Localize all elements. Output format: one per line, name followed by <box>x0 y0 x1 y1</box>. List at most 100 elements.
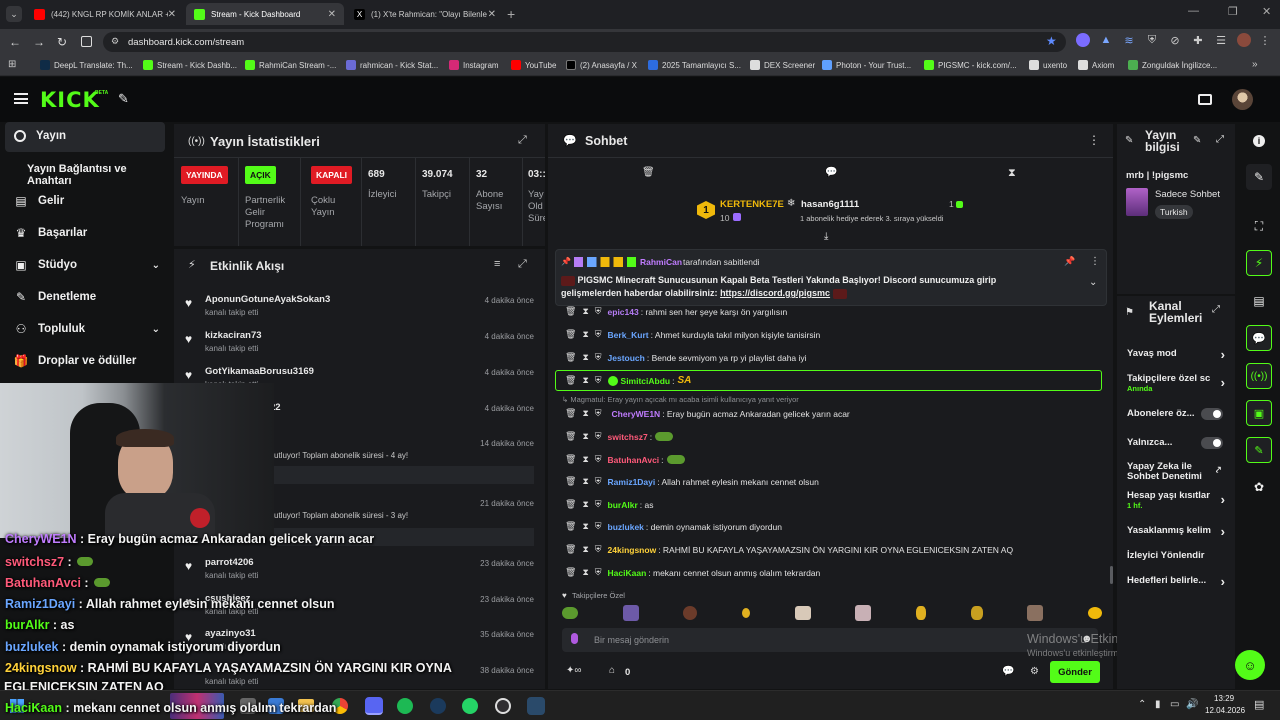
more-bookmarks-icon[interactable]: » <box>1252 59 1258 70</box>
apps-grid-icon[interactable]: ⊞ <box>8 59 16 70</box>
sidebar-item-denetleme[interactable]: ✎ Denetleme <box>14 290 96 304</box>
send-button[interactable]: Gönder <box>1050 661 1100 683</box>
trash-icon[interactable]: 🗑 <box>565 521 576 532</box>
hourglass-icon[interactable]: ⧗ <box>582 352 588 363</box>
emote-icon[interactable] <box>683 606 698 620</box>
tab-search-icon[interactable]: ⌄ <box>6 6 22 22</box>
chat-settings-bubble-icon[interactable]: 💬 <box>1002 666 1014 677</box>
chat-message[interactable]: 🗑 ⧗ ⛨ Berk_Kurt: Ahmet kurduyla takıl mily… <box>565 329 820 340</box>
hourglass-icon[interactable]: ⧗ <box>582 375 588 386</box>
whatsapp-icon[interactable] <box>462 698 478 714</box>
bookmark-item[interactable]: YouTube <box>511 60 556 70</box>
shield-icon[interactable]: ⛨ <box>595 454 602 465</box>
extension-icon[interactable]: ⊘ <box>1168 33 1182 47</box>
chevron-down-icon[interactable]: ⌄ <box>1089 277 1097 288</box>
puzzle-icon[interactable]: ✚ <box>1191 33 1205 47</box>
emote-icon[interactable] <box>970 606 983 620</box>
mod-view-icon[interactable] <box>1198 94 1212 105</box>
pinned-message[interactable]: 📌 RahmiCan tarafından sabitlendi 📌 ⋮ PIG… <box>555 249 1107 306</box>
trash-icon[interactable]: 🗑 <box>565 329 576 340</box>
chat-message[interactable]: 🗑 ⧗ ⛨ burAlkr: as <box>565 499 653 510</box>
channel-action-followers-only[interactable]: Takipçilere özel sc Anında › <box>1127 373 1225 393</box>
bookmark-item[interactable]: Axiom <box>1078 60 1114 70</box>
emote-icon[interactable] <box>915 606 926 620</box>
shield-icon[interactable]: ⛨ <box>595 352 602 363</box>
emote-icon[interactable] <box>1087 607 1102 619</box>
chat-message[interactable]: 🗑 ⧗ ⛨ switchsz7: <box>565 431 674 442</box>
bookmark-star-icon[interactable]: ★ <box>1046 34 1057 48</box>
category-name[interactable]: Sadece Sohbet <box>1155 189 1220 200</box>
kick-logo[interactable]: KICK <box>40 88 100 112</box>
mod-tools[interactable]: 🗑 ⧗ ⛨ <box>565 431 602 442</box>
shield-icon[interactable]: ⛨ <box>1145 33 1159 47</box>
mod-tools[interactable]: 🗑 ⧗ ⛨ <box>565 521 602 532</box>
sidebar-item-studyo[interactable]: ▣ Stüdyo ⌄ <box>14 258 160 272</box>
sidebar-item-droplar[interactable]: 🎁 Droplar ve ödüller <box>14 354 137 368</box>
hourglass-icon[interactable]: ⧗ <box>582 499 588 510</box>
chest-icon[interactable]: ⌂ <box>609 665 615 676</box>
shield-icon[interactable]: ⛨ <box>595 499 602 510</box>
address-bar[interactable]: ⚙ dashboard.kick.com/stream ★ <box>103 32 1066 52</box>
bookmark-item[interactable]: uxento <box>1029 60 1067 70</box>
edit-icon[interactable]: ✎ <box>1193 135 1201 146</box>
close-icon[interactable]: ✕ <box>328 9 336 20</box>
chat-username[interactable]: buzlukek <box>608 522 644 532</box>
subs-only-toggle[interactable] <box>1201 408 1223 420</box>
chat-message[interactable]: 🗑 ⧗ ⛨ CheryWE1N: Eray bugün acmaz Ankarada… <box>565 408 850 419</box>
hourglass-icon[interactable]: ⧗ <box>582 476 588 487</box>
shield-icon[interactable]: ⛨ <box>595 567 602 578</box>
scan-icon[interactable]: ⛶ <box>1246 213 1272 239</box>
chat-username[interactable]: Ramiz1Dayi <box>608 477 656 487</box>
clock-time[interactable]: 13:29 <box>1214 694 1234 703</box>
new-tab-button[interactable]: + <box>507 6 515 22</box>
info-icon[interactable]: i <box>1246 128 1272 154</box>
wrench-icon[interactable]: ✎ <box>1246 437 1272 463</box>
extension-icon[interactable] <box>1076 33 1090 47</box>
shield-icon[interactable]: ⛨ <box>595 521 602 532</box>
support-chat-button[interactable]: ☺ <box>1235 650 1265 680</box>
expand-icon[interactable]: ⤢ <box>518 134 527 147</box>
filter-icon[interactable]: ≡ <box>494 258 500 270</box>
expand-icon[interactable]: ⤢ <box>1216 134 1224 145</box>
shield-icon[interactable]: ⛨ <box>595 306 602 317</box>
emote-icon[interactable] <box>741 608 750 618</box>
menu-kebab-icon[interactable]: ⋮ <box>1260 33 1271 47</box>
sidebar-item-yayin[interactable]: Yayın <box>14 130 66 142</box>
sidebar-item-topluluk[interactable]: ⚇ Topluluk ⌄ <box>14 322 160 336</box>
bookmark-item[interactable]: Stream - Kick Dashb... <box>143 60 237 70</box>
hourglass-icon[interactable]: ⧗ <box>582 544 588 555</box>
mod-tools[interactable]: 🗑 ⧗ ⛨ <box>565 567 602 578</box>
trash-icon[interactable]: 🗑 <box>565 476 576 487</box>
trash-icon[interactable]: 🗑 <box>565 544 576 555</box>
scroll-down-icon[interactable]: ⤓ <box>824 231 828 242</box>
tab-groups-icon[interactable]: ☰ <box>1214 33 1228 47</box>
shield-icon[interactable]: ⛨ <box>595 375 602 386</box>
bookmark-item[interactable]: Photon - Your Trust... <box>822 60 911 70</box>
hourglass-icon[interactable]: ⧗ <box>582 521 588 532</box>
mod-tools[interactable]: 🗑 ⧗ ⛨ <box>565 454 602 465</box>
hourglass-icon[interactable]: ⧗ <box>582 408 588 419</box>
chat-username[interactable]: Jestouch <box>608 353 645 363</box>
chat-username[interactable]: HaciKaan <box>608 568 647 578</box>
gear-icon[interactable]: ⚙ <box>1030 666 1039 677</box>
chat-username[interactable]: switchsz7 <box>608 432 648 442</box>
clock-date[interactable]: 12.04.2026 <box>1205 706 1245 715</box>
chat-username[interactable]: SimitciAbdu <box>621 376 671 386</box>
obs-icon[interactable] <box>495 698 511 714</box>
pinned-menu-icon[interactable]: ⋮ <box>1090 256 1100 267</box>
trash-icon[interactable]: 🗑 <box>565 408 576 419</box>
hourglass-icon[interactable]: ⧗ <box>582 329 588 340</box>
chat-message[interactable]: 🗑 ⧗ ⛨ Ramiz1Dayi: Allah rahmet eylesin mek… <box>565 476 819 487</box>
chat-message[interactable]: 🗑 ⧗ ⛨ buzlukek: demin oynamak istiyorum di… <box>565 521 782 532</box>
sidebar-item-gelir[interactable]: ▤ Gelir <box>14 194 64 208</box>
browser-tab-x[interactable]: X (1) X'te Rahmican: "Olayı Bilenle ✕ <box>346 3 504 25</box>
sidebar-item-stream-key[interactable]: Yayın Bağlantısı ve Anahtarı <box>27 163 172 187</box>
only-mode-toggle[interactable] <box>1201 437 1223 449</box>
leader-user[interactable]: KERTENKE7E <box>720 199 784 210</box>
maximize-window-icon[interactable]: ❐ <box>1228 5 1238 18</box>
chat-input[interactable]: Bir mesaj gönderin ☻ <box>562 628 1098 652</box>
bookmark-item[interactable]: 2025 Tamamlayıcı S... <box>648 60 741 70</box>
volume-icon[interactable]: 🔊 <box>1186 699 1198 710</box>
tray-chevron-icon[interactable]: ⌃ <box>1138 699 1146 710</box>
chat-message[interactable]: 🗑 ⧗ ⛨ 24kingsnow: RAHMİ BU KAFAYLA YAŞAYAM… <box>565 544 1013 555</box>
